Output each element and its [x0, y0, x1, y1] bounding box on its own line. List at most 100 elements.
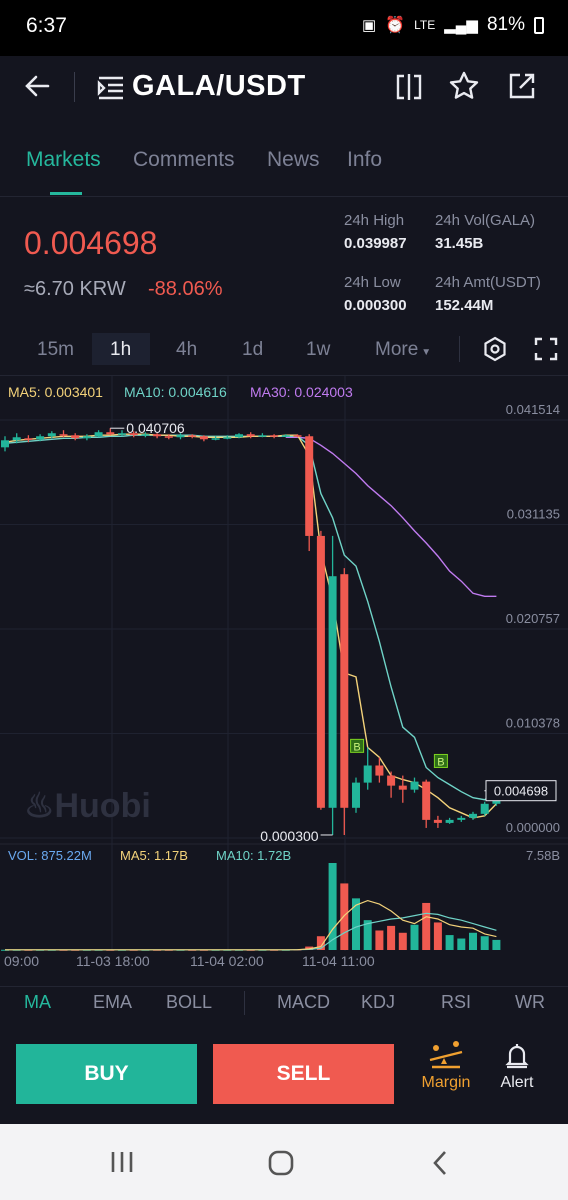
interval-15m[interactable]: 15m	[37, 339, 74, 361]
indicator-wr[interactable]: WR	[515, 992, 545, 1013]
candle-body	[59, 434, 68, 436]
fullscreen-icon[interactable]	[533, 336, 559, 362]
candle-body	[445, 819, 454, 823]
home-icon[interactable]	[266, 1148, 296, 1178]
volume-bar	[457, 938, 466, 950]
indicator-selector: MA EMA BOLL MACD KDJ RSI WR	[0, 985, 568, 1021]
candle-body	[24, 438, 33, 440]
volume-ma5-legend: MA5: 1.17B	[120, 848, 188, 863]
interval-more-label: More	[375, 339, 419, 360]
indicator-ema[interactable]: EMA	[93, 992, 132, 1013]
pair-menu-icon[interactable]	[96, 74, 126, 102]
low-label: 24h Low	[344, 274, 401, 291]
candle-body	[422, 781, 431, 820]
interval-1d[interactable]: 1d	[242, 339, 263, 361]
back-arrow-icon[interactable]	[22, 70, 54, 102]
volume-bar	[352, 898, 360, 950]
candle-body	[199, 436, 208, 440]
candle-body	[223, 437, 232, 439]
high-marker-label: 0.040706	[126, 420, 185, 436]
high-value: 0.039987	[344, 235, 407, 252]
candle-body	[188, 435, 197, 437]
volume-bar	[492, 939, 501, 950]
candle-body	[1, 440, 9, 448]
candle-body	[363, 765, 372, 783]
candle-body	[47, 433, 56, 437]
battery-level: 81%	[486, 14, 525, 35]
interval-4h[interactable]: 4h	[176, 339, 197, 361]
candle-body	[480, 803, 489, 814]
ma10-legend: MA10: 0.004616	[124, 384, 227, 400]
chart-settings-icon[interactable]	[481, 335, 509, 363]
indicator-boll[interactable]: BOLL	[166, 992, 212, 1013]
chart-area[interactable]: 0.041514 0.031135 0.020757 0.010378 0.000000…	[0, 375, 568, 987]
volume-label: 24h Vol(GALA)	[435, 212, 536, 229]
volume-bar	[410, 924, 419, 950]
candle-body	[82, 436, 91, 439]
signal-icon: ▂▄▆	[444, 17, 478, 34]
favorite-star-icon[interactable]	[448, 70, 480, 102]
indicator-macd[interactable]: MACD	[277, 992, 330, 1013]
candle-body	[94, 432, 103, 437]
indicator-ma[interactable]: MA	[24, 992, 51, 1013]
candle-body	[469, 813, 477, 818]
candle-body	[305, 436, 314, 536]
notification-icon: ▣	[362, 17, 377, 34]
system-nav-bar	[0, 1124, 568, 1200]
candle-body	[352, 782, 360, 808]
y-tick-label: 0.041514	[506, 402, 560, 417]
share-icon[interactable]	[506, 70, 538, 102]
y-tick-label: 0.031135	[507, 507, 560, 522]
indicator-kdj[interactable]: KDJ	[361, 992, 395, 1013]
y-tick-label: 0.010378	[506, 716, 560, 731]
sell-button[interactable]: SELL	[213, 1044, 394, 1104]
candle-body	[36, 436, 45, 440]
alert-button[interactable]: Alert	[490, 1040, 544, 1106]
volume-bar	[480, 936, 489, 950]
candle-body	[457, 817, 466, 820]
watermark-logo: ♨Huobi	[24, 786, 151, 826]
split-screen-icon[interactable]	[394, 72, 424, 102]
ma10-line	[4, 434, 497, 801]
candle-body	[164, 436, 173, 438]
interval-selector: 15m 1h 4h 1d 1w More ▼	[0, 332, 568, 368]
alarm-icon: ⏰	[385, 17, 406, 34]
tab-info[interactable]: Info	[347, 148, 382, 172]
watermark-text: Huobi	[54, 787, 151, 825]
high-label: 24h High	[344, 212, 405, 229]
candle-body	[410, 781, 419, 790]
volume-bar	[445, 935, 454, 950]
buy-marker-label: B	[437, 756, 444, 768]
pair-title[interactable]: GALA/USDT	[132, 70, 306, 103]
header-divider	[74, 72, 75, 102]
interval-more[interactable]: More ▼	[375, 339, 431, 361]
x-tick-label: 11-04 02:00	[190, 953, 264, 969]
candle-body	[270, 435, 279, 437]
interval-1h[interactable]: 1h	[110, 339, 131, 361]
candle-body	[235, 434, 243, 438]
x-tick-label: 09:00	[4, 953, 39, 969]
margin-button[interactable]: Margin	[412, 1040, 480, 1106]
volume-legend: VOL: 875.22M	[8, 848, 92, 863]
amount-label: 24h Amt(USDT)	[435, 274, 541, 291]
recent-apps-icon[interactable]	[108, 1148, 136, 1176]
buy-button[interactable]: BUY	[16, 1044, 197, 1104]
volume-bar	[433, 922, 442, 950]
caret-down-icon: ▼	[421, 347, 432, 358]
candle-body	[398, 785, 407, 790]
tab-markets[interactable]: Markets	[26, 148, 101, 172]
last-price: 0.004698	[24, 225, 158, 261]
back-nav-icon[interactable]	[428, 1148, 452, 1178]
indicator-rsi[interactable]: RSI	[441, 992, 471, 1013]
interval-1w[interactable]: 1w	[306, 339, 330, 361]
tab-news[interactable]: News	[267, 148, 320, 172]
candlestick-chart[interactable]: 0.041514 0.031135 0.020757 0.010378 0.000000…	[0, 376, 568, 986]
network-label: LTE	[414, 18, 436, 32]
krw-equivalent: ≈6.70 KRW	[24, 278, 126, 300]
tab-comments[interactable]: Comments	[133, 148, 235, 172]
candle-body	[12, 437, 21, 441]
x-tick-label: 11-03 18:00	[76, 953, 150, 969]
last-price-tag-label: 0.004698	[494, 784, 548, 799]
volume-bar	[328, 863, 337, 950]
candle-body	[293, 435, 302, 437]
